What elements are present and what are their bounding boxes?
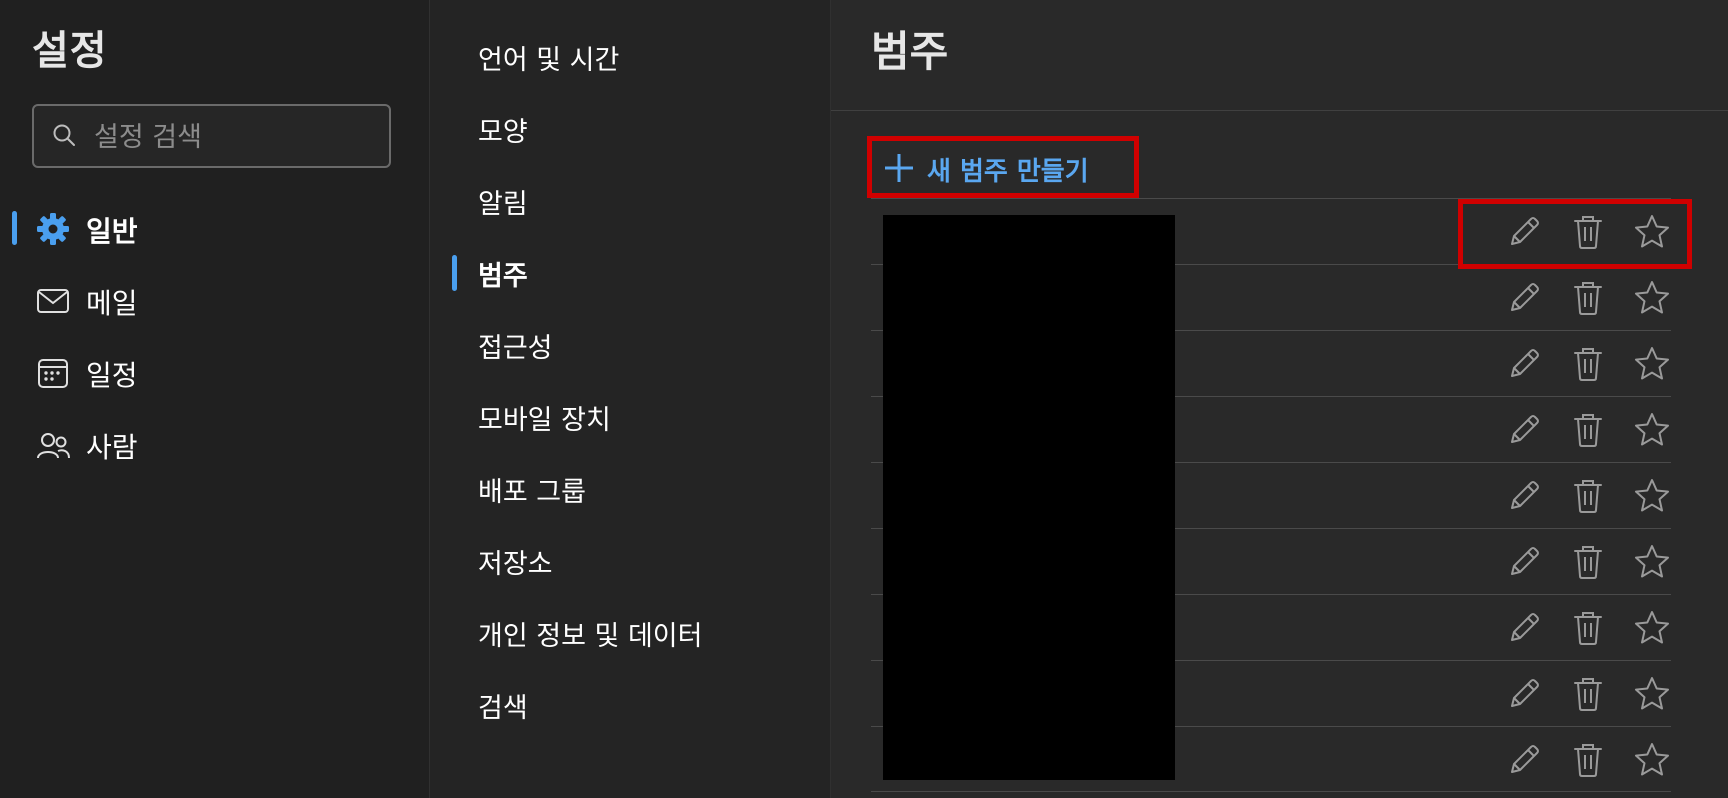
subnav-label: 저장소	[478, 549, 553, 580]
category-row-actions	[1481, 606, 1671, 650]
nav-item-mail[interactable]: 메일	[0, 270, 430, 330]
plus-icon	[885, 154, 913, 182]
category-row-actions	[1481, 210, 1671, 254]
edit-pencil-icon[interactable]	[1504, 740, 1544, 780]
subnav-item-mobile-devices[interactable]: 모바일 장치	[430, 386, 830, 446]
favorite-star-icon[interactable]	[1632, 542, 1672, 582]
subnav-item-distribution-groups[interactable]: 배포 그룹	[430, 458, 830, 518]
subnav-label: 모바일 장치	[478, 405, 611, 436]
favorite-star-icon[interactable]	[1632, 344, 1672, 384]
subnav-label: 배포 그룹	[478, 477, 586, 508]
delete-trash-icon[interactable]	[1568, 212, 1608, 252]
nav-label-people: 사람	[86, 431, 138, 464]
edit-pencil-icon[interactable]	[1504, 476, 1544, 516]
category-row-actions	[1481, 342, 1671, 386]
favorite-star-icon[interactable]	[1632, 278, 1672, 318]
category-row-actions	[1481, 738, 1671, 782]
favorite-star-icon[interactable]	[1632, 674, 1672, 714]
delete-trash-icon[interactable]	[1568, 410, 1608, 450]
delete-trash-icon[interactable]	[1568, 344, 1608, 384]
active-indicator	[452, 255, 457, 291]
subnav-label: 개인 정보 및 데이터	[478, 621, 703, 652]
redacted-category-names	[883, 215, 1175, 780]
settings-search-input[interactable]	[92, 114, 376, 160]
search-icon	[53, 124, 75, 146]
mail-icon	[37, 289, 69, 313]
delete-trash-icon[interactable]	[1568, 608, 1608, 648]
edit-pencil-icon[interactable]	[1504, 212, 1544, 252]
subnav-item-language-time[interactable]: 언어 및 시간	[430, 26, 830, 86]
subnav-item-search[interactable]: 검색	[430, 674, 830, 734]
header-divider	[831, 110, 1728, 111]
edit-pencil-icon[interactable]	[1504, 542, 1544, 582]
edit-pencil-icon[interactable]	[1504, 674, 1544, 714]
edit-pencil-icon[interactable]	[1504, 608, 1544, 648]
subnav-label: 언어 및 시간	[478, 45, 620, 76]
delete-trash-icon[interactable]	[1568, 278, 1608, 318]
active-indicator	[12, 211, 17, 245]
general-subnav: 언어 및 시간 모양 알림 범주 접근성 모바일 장치 배포 그룹 저장소 개인…	[430, 0, 831, 798]
nav-label-general: 일반	[86, 215, 138, 248]
delete-trash-icon[interactable]	[1568, 674, 1608, 714]
new-category-label: 새 범주 만들기	[927, 157, 1089, 187]
subnav-item-accessibility[interactable]: 접근성	[430, 314, 830, 374]
category-row-actions	[1481, 474, 1671, 518]
category-row-actions	[1481, 672, 1671, 716]
category-row-actions	[1481, 276, 1671, 320]
subnav-item-privacy-data[interactable]: 개인 정보 및 데이터	[430, 602, 830, 662]
nav-item-calendar[interactable]: 일정	[0, 342, 430, 402]
page-title: 범주	[871, 27, 949, 76]
subnav-label: 접근성	[478, 333, 553, 364]
subnav-item-appearance[interactable]: 모양	[430, 98, 830, 158]
subnav-label: 알림	[478, 189, 528, 220]
calendar-icon	[38, 359, 68, 388]
subnav-label: 검색	[478, 693, 528, 724]
favorite-star-icon[interactable]	[1632, 410, 1672, 450]
delete-trash-icon[interactable]	[1568, 542, 1608, 582]
favorite-star-icon[interactable]	[1632, 608, 1672, 648]
category-row-actions	[1481, 540, 1671, 584]
subnav-item-storage[interactable]: 저장소	[430, 530, 830, 590]
people-icon	[37, 433, 70, 459]
settings-search-box[interactable]	[32, 104, 391, 168]
delete-trash-icon[interactable]	[1568, 476, 1608, 516]
subnav-label: 범주	[478, 261, 528, 292]
settings-sidebar: 설정 설정 검색 일반 메일 일정 사람	[0, 0, 430, 798]
settings-title: 설정	[32, 28, 108, 74]
new-category-button[interactable]: 새 범주 만들기	[867, 136, 1139, 198]
category-row-actions	[1481, 408, 1671, 452]
edit-pencil-icon[interactable]	[1504, 344, 1544, 384]
edit-pencil-icon[interactable]	[1504, 278, 1544, 318]
favorite-star-icon[interactable]	[1632, 740, 1672, 780]
delete-trash-icon[interactable]	[1568, 740, 1608, 780]
favorite-star-icon[interactable]	[1632, 212, 1672, 252]
nav-label-calendar: 일정	[86, 359, 138, 392]
settings-window: 설정 설정 검색 일반 메일 일정 사람 언어 및 시간 모양 알림 범주 접근…	[0, 0, 1728, 798]
edit-pencil-icon[interactable]	[1504, 410, 1544, 450]
favorite-star-icon[interactable]	[1632, 476, 1672, 516]
subnav-label: 모양	[478, 117, 528, 148]
subnav-item-notifications[interactable]: 알림	[430, 170, 830, 230]
subnav-item-categories[interactable]: 범주	[430, 242, 830, 302]
nav-item-general[interactable]: 일반	[0, 198, 430, 258]
gear-icon	[37, 213, 69, 245]
nav-item-people[interactable]: 사람	[0, 414, 430, 474]
nav-label-mail: 메일	[86, 287, 138, 320]
